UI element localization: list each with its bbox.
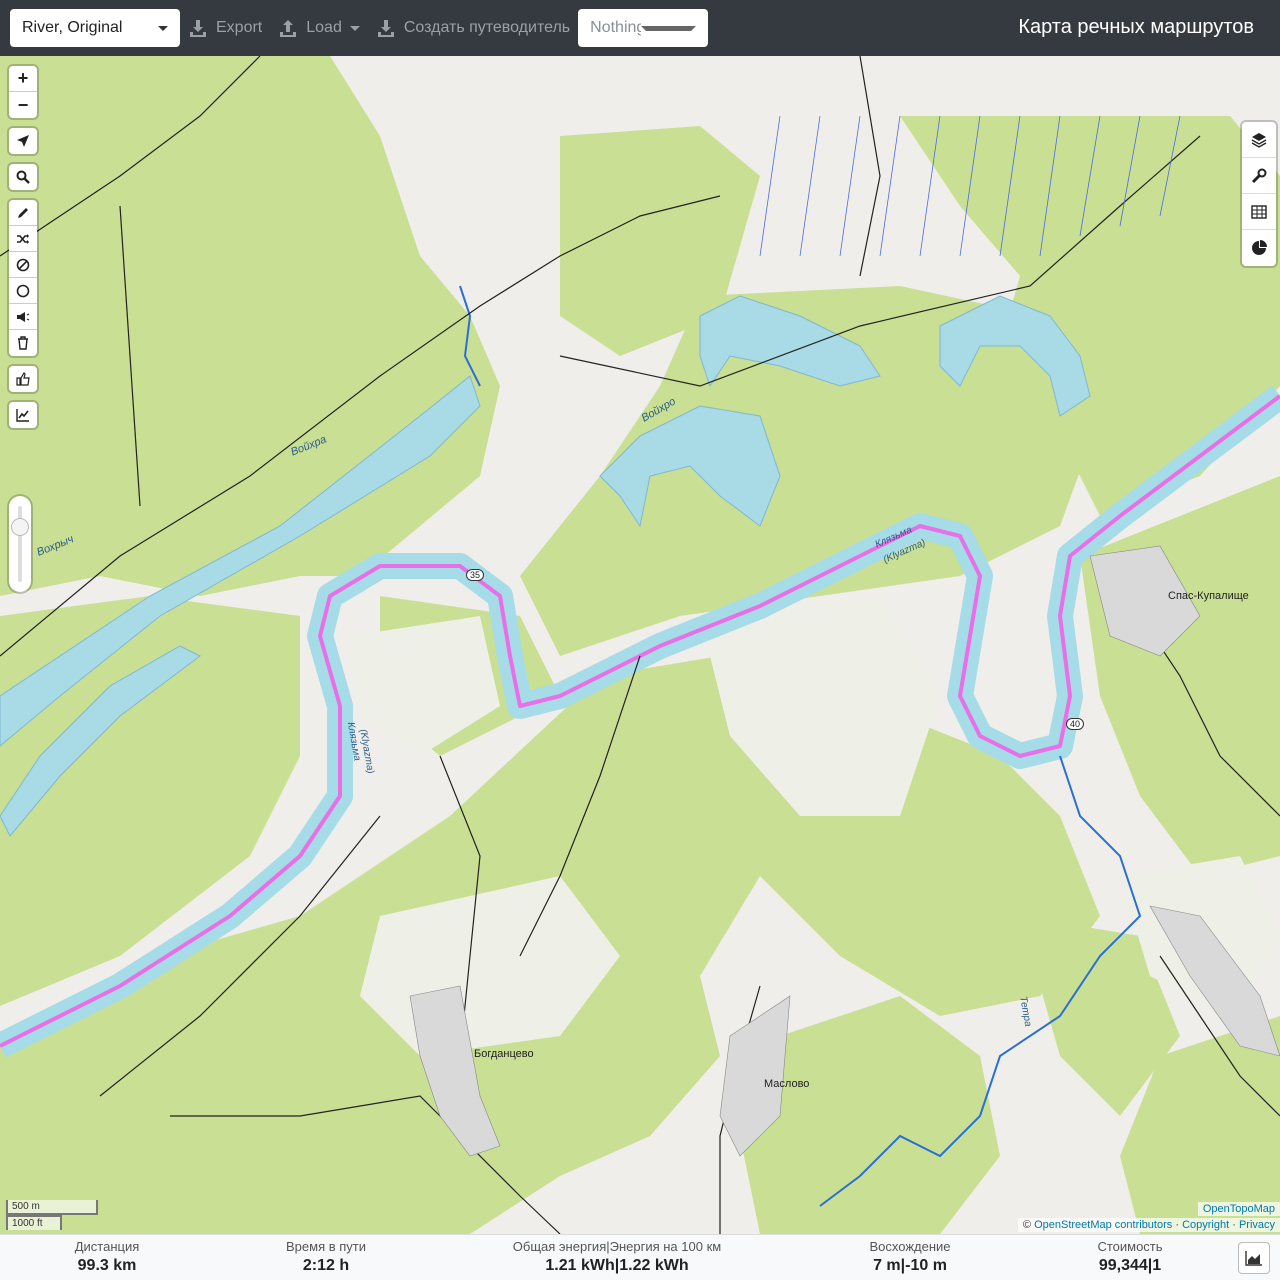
tile-attribution[interactable]: OpenTopoMap	[1197, 1202, 1280, 1216]
locate-button[interactable]	[9, 128, 37, 154]
privacy-link[interactable]: Privacy	[1239, 1219, 1275, 1231]
circle-icon	[16, 284, 30, 297]
thumbs-up-icon	[16, 372, 30, 386]
statistics-button[interactable]	[1242, 230, 1276, 266]
layers-button[interactable]	[1242, 122, 1276, 158]
stat-cost-label: Стоимость	[1097, 1239, 1163, 1254]
locate-control	[9, 128, 37, 154]
chevron-down-icon	[158, 25, 168, 31]
trash-icon	[18, 336, 28, 350]
shuffle-icon	[17, 233, 29, 244]
route-marker-40[interactable]: 40	[1066, 718, 1085, 730]
zoom-in-button[interactable]: +	[9, 66, 37, 92]
map-attribution: © OpenStreetMap contributors · Copyright…	[1017, 1218, 1280, 1232]
elevation-chart-button[interactable]	[1238, 1242, 1270, 1274]
line-chart-icon	[16, 409, 29, 422]
stat-energy: Общая энергия|Энергия на 100 км 1.21 kWh…	[506, 1239, 728, 1275]
create-guide-button[interactable]: Создать путеводитель	[376, 9, 570, 47]
chevron-down-icon	[349, 25, 360, 31]
load-label: Load	[306, 19, 342, 36]
stat-ascent-value: 7 m|-10 m	[873, 1257, 947, 1274]
place-label-bogdantsevo: Богданцево	[474, 1048, 534, 1060]
stat-distance-label: Дистанция	[74, 1239, 140, 1254]
thumb-button[interactable]	[9, 366, 37, 392]
download-icon	[377, 20, 394, 37]
scale-bar: 500 m 1000 ft	[6, 1200, 98, 1230]
app-title: Карта речных маршрутов	[1018, 16, 1254, 38]
zoom-out-button[interactable]: −	[9, 92, 37, 118]
table-button[interactable]	[1242, 194, 1276, 230]
draw-toolbar	[9, 200, 37, 356]
osm-contributors-link[interactable]: OpenStreetMap contributors	[1034, 1219, 1172, 1231]
reverse-route-button[interactable]	[9, 226, 37, 252]
load-button[interactable]: Load	[278, 9, 360, 47]
map-tiles	[0, 56, 1280, 1234]
attribution-separator: ·	[1232, 1219, 1236, 1231]
poi-button[interactable]	[9, 304, 37, 330]
download-icon	[190, 20, 206, 37]
search-control	[9, 164, 37, 190]
export-button[interactable]: Export	[188, 9, 262, 47]
stat-time-label: Время в пути	[286, 1239, 366, 1254]
route-stats-bar: Дистанция 99.3 km Время в пути 2:12 h Об…	[0, 1234, 1280, 1280]
no-go-area-button[interactable]	[9, 252, 37, 278]
right-toolbar	[1242, 122, 1276, 266]
elevation-button[interactable]	[9, 402, 37, 428]
stat-time: Время в пути 2:12 h	[280, 1239, 372, 1275]
stat-cost: Стоимость 99,344|1	[1090, 1239, 1170, 1275]
pie-chart-icon	[1252, 240, 1267, 255]
map-view[interactable]: Войхра Войхро Вохрыч Клязьма (Klyazma) К…	[0, 56, 1280, 1234]
layer-select[interactable]: Nothing selected	[578, 9, 709, 47]
stat-cost-value: 99,344|1	[1098, 1257, 1162, 1274]
profile-select-value: River, Original	[22, 19, 123, 36]
draw-button[interactable]	[9, 200, 37, 226]
elevation-control	[9, 402, 37, 428]
table-icon	[1251, 204, 1267, 219]
scale-feet: 1000 ft	[6, 1215, 62, 1230]
scale-meters: 500 m	[6, 1200, 98, 1215]
delete-route-button[interactable]	[9, 330, 37, 356]
route-marker-35[interactable]: 35	[466, 569, 485, 581]
pencil-icon	[18, 207, 28, 218]
profile-select[interactable]: River, Original	[10, 9, 180, 47]
area-chart-icon	[1245, 1251, 1262, 1266]
thumb-control	[9, 366, 37, 392]
circle-tool-button[interactable]	[9, 278, 37, 304]
settings-button[interactable]	[1242, 158, 1276, 194]
location-arrow-icon	[17, 135, 29, 147]
place-label-maslovo: Маслово	[764, 1078, 810, 1090]
copyright-symbol: ©	[1022, 1219, 1032, 1231]
stat-ascent-label: Восхождение	[869, 1239, 951, 1254]
stat-distance: Дистанция 99.3 km	[72, 1239, 142, 1275]
stat-time-value: 2:12 h	[302, 1257, 350, 1274]
zoom-control: + −	[9, 66, 37, 118]
ban-icon	[16, 258, 30, 271]
opacity-slider[interactable]	[9, 496, 31, 592]
search-button[interactable]	[9, 164, 37, 190]
stat-energy-label: Общая энергия|Энергия на 100 км	[512, 1239, 722, 1254]
stat-ascent: Восхождение 7 m|-10 m	[864, 1239, 956, 1275]
stat-energy-value: 1.21 kWh|1.22 kWh	[545, 1257, 689, 1274]
copyright-link[interactable]: Copyright	[1182, 1219, 1229, 1231]
layers-icon	[1251, 132, 1267, 148]
chevron-down-icon	[640, 25, 697, 31]
attribution-separator: ·	[1175, 1219, 1179, 1231]
slider-handle[interactable]	[11, 518, 29, 536]
wrench-icon	[1251, 168, 1267, 183]
top-navbar: River, Original Export Load Создать путе…	[0, 0, 1280, 56]
layer-select-value: Nothing selected	[590, 19, 641, 36]
place-label-spas-kupalishche: Спас-Купалище	[1168, 590, 1249, 602]
search-icon	[16, 170, 30, 184]
upload-icon	[280, 20, 297, 37]
stat-distance-value: 99.3 km	[77, 1257, 137, 1274]
export-label: Export	[216, 19, 263, 36]
megaphone-icon	[17, 311, 30, 322]
create-guide-label: Создать путеводитель	[403, 19, 571, 36]
